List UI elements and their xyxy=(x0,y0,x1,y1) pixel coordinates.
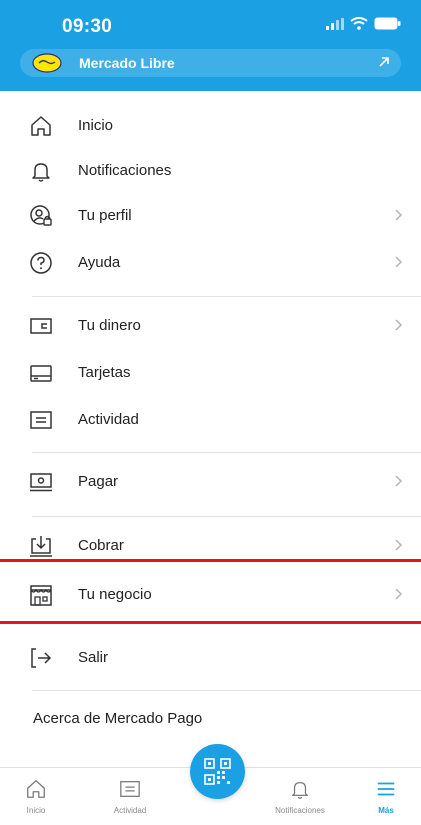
app-header: 09:30 Mercado Libre xyxy=(0,0,421,91)
menu-icon xyxy=(377,782,395,796)
chevron-right-icon xyxy=(395,256,403,268)
highlight-line-top xyxy=(0,559,421,562)
activity-icon xyxy=(30,411,52,429)
menu-item-ayuda[interactable]: Ayuda xyxy=(0,243,421,283)
menu-label-salir: Salir xyxy=(78,649,109,666)
status-time: 09:30 xyxy=(62,16,113,37)
menu-label-tu-dinero: Tu dinero xyxy=(78,317,141,334)
mercado-libre-link[interactable]: Mercado Libre xyxy=(20,49,401,77)
divider xyxy=(32,296,421,297)
home-icon xyxy=(27,780,45,798)
bell-icon xyxy=(292,781,308,799)
menu-label-actividad: Actividad xyxy=(78,411,139,428)
menu-item-tu-negocio[interactable]: Tu negocio xyxy=(0,575,421,615)
menu-item-tarjetas[interactable]: Tarjetas xyxy=(0,353,421,393)
menu-label-tarjetas: Tarjetas xyxy=(78,364,131,381)
help-icon xyxy=(30,252,52,274)
divider xyxy=(32,516,421,517)
chevron-right-icon xyxy=(395,319,403,331)
menu-label-inicio: Inicio xyxy=(78,117,114,134)
collect-icon xyxy=(30,536,52,557)
status-icons xyxy=(326,17,401,30)
card-icon xyxy=(30,365,52,382)
menu-label-ayuda: Ayuda xyxy=(78,254,121,271)
menu-item-tu-perfil[interactable]: Tu perfil xyxy=(0,196,421,236)
home-icon xyxy=(31,116,51,136)
battery-icon xyxy=(374,17,401,30)
store-icon xyxy=(30,585,52,606)
menu-item-actividad[interactable]: Actividad xyxy=(0,400,421,440)
profile-icon xyxy=(30,205,52,226)
tab-notificaciones[interactable]: Notificaciones xyxy=(262,768,338,825)
qr-scan-button[interactable] xyxy=(190,744,245,799)
menu-item-notificaciones[interactable]: Notificaciones xyxy=(0,151,421,191)
mercado-libre-logo-icon xyxy=(32,53,62,73)
activity-icon xyxy=(120,781,140,797)
divider xyxy=(32,452,421,453)
menu-label-tu-perfil: Tu perfil xyxy=(78,207,132,224)
menu-label-tu-negocio: Tu negocio xyxy=(78,586,152,603)
tab-inicio[interactable]: Inicio xyxy=(16,768,56,825)
pay-icon xyxy=(30,473,52,492)
chevron-right-icon xyxy=(395,475,403,487)
tab-label-mas: Más xyxy=(378,806,394,815)
external-link-icon xyxy=(379,57,389,67)
menu-label-notificaciones: Notificaciones xyxy=(78,162,172,179)
menu-item-pagar[interactable]: Pagar xyxy=(0,462,421,502)
menu-label-cobrar: Cobrar xyxy=(78,537,124,554)
tab-label-notificaciones: Notificaciones xyxy=(275,806,325,815)
menu-item-salir[interactable]: Salir xyxy=(0,638,421,678)
bell-icon xyxy=(32,163,50,182)
tab-actividad[interactable]: Actividad xyxy=(104,768,156,825)
menu-label-pagar: Pagar xyxy=(78,473,119,490)
qr-icon xyxy=(204,758,231,785)
wallet-icon xyxy=(30,318,52,334)
mercado-libre-label: Mercado Libre xyxy=(79,55,175,71)
chevron-right-icon xyxy=(395,539,403,551)
wifi-icon xyxy=(350,17,368,30)
chevron-right-icon xyxy=(395,209,403,221)
tab-label-actividad: Actividad xyxy=(113,806,147,815)
chevron-right-icon xyxy=(395,588,403,600)
tab-label-inicio: Inicio xyxy=(26,806,46,815)
highlight-line-bottom xyxy=(0,621,421,624)
menu-item-tu-dinero[interactable]: Tu dinero xyxy=(0,306,421,346)
divider xyxy=(32,690,421,691)
about-mercado-pago-link[interactable]: Acerca de Mercado Pago xyxy=(33,710,202,727)
menu-item-inicio[interactable]: Inicio xyxy=(0,106,421,146)
logout-icon xyxy=(31,648,52,668)
tab-mas[interactable]: Más xyxy=(366,768,406,825)
signal-icon xyxy=(326,17,344,30)
